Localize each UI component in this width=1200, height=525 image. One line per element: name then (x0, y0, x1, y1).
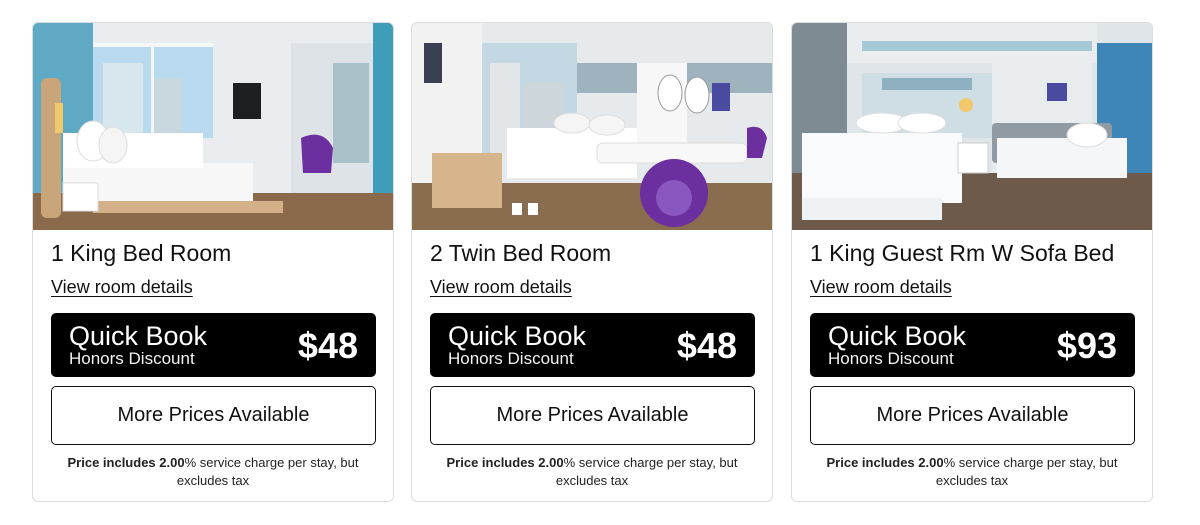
room-title: 1 King Guest Rm W Sofa Bed (810, 240, 1115, 266)
room-photo-king[interactable] (33, 23, 393, 230)
quick-book-button[interactable]: Quick Book Honors Discount $48 (430, 313, 755, 377)
view-room-details-link[interactable]: View room details (51, 277, 193, 298)
room-results: 1 King Bed Room View room details Quick … (32, 22, 1153, 502)
price-disclaimer: Price includes 2.00% service charge per … (432, 454, 752, 490)
room-photo-twin[interactable] (412, 23, 772, 230)
disclaimer-text: % service charge per stay, but excludes … (555, 455, 738, 488)
rate-name: Honors Discount (69, 349, 195, 368)
price: $93 (1056, 325, 1117, 366)
service-charge-rate: 2.00 (159, 455, 185, 470)
view-room-details-link[interactable]: View room details (810, 277, 952, 298)
disclaimer-lead: Price includes (826, 455, 915, 470)
disclaimer-text: % service charge per stay, but excludes … (176, 455, 359, 488)
disclaimer-lead: Price includes (446, 455, 535, 470)
room-card-king: 1 King Bed Room View room details Quick … (32, 22, 394, 502)
quick-book-button[interactable]: Quick Book Honors Discount $48 (51, 313, 376, 377)
more-prices-button[interactable]: More Prices Available (430, 386, 755, 445)
quick-book-button[interactable]: Quick Book Honors Discount $93 (810, 313, 1135, 377)
quick-book-label: Quick Book (448, 321, 587, 351)
room-title: 1 King Bed Room (51, 240, 232, 266)
rate-name: Honors Discount (448, 349, 574, 368)
room-photo-king-sofa[interactable] (792, 23, 1152, 230)
price-disclaimer: Price includes 2.00% service charge per … (53, 454, 373, 490)
quick-book-label: Quick Book (69, 321, 208, 351)
service-charge-rate: 2.00 (918, 455, 944, 470)
service-charge-rate: 2.00 (538, 455, 564, 470)
more-prices-button[interactable]: More Prices Available (810, 386, 1135, 445)
quick-book-label: Quick Book (828, 321, 967, 351)
view-room-details-link[interactable]: View room details (430, 277, 572, 298)
more-prices-button[interactable]: More Prices Available (51, 386, 376, 445)
room-title: 2 Twin Bed Room (430, 240, 612, 266)
price-disclaimer: Price includes 2.00% service charge per … (812, 454, 1132, 490)
disclaimer-text: % service charge per stay, but excludes … (935, 455, 1118, 488)
rate-name: Honors Discount (828, 349, 954, 368)
room-card-twin: 2 Twin Bed Room View room details Quick … (411, 22, 773, 502)
price: $48 (297, 325, 358, 366)
price: $48 (676, 325, 737, 366)
disclaimer-lead: Price includes (67, 455, 156, 470)
room-card-king-sofa: 1 King Guest Rm W Sofa Bed View room det… (791, 22, 1153, 502)
